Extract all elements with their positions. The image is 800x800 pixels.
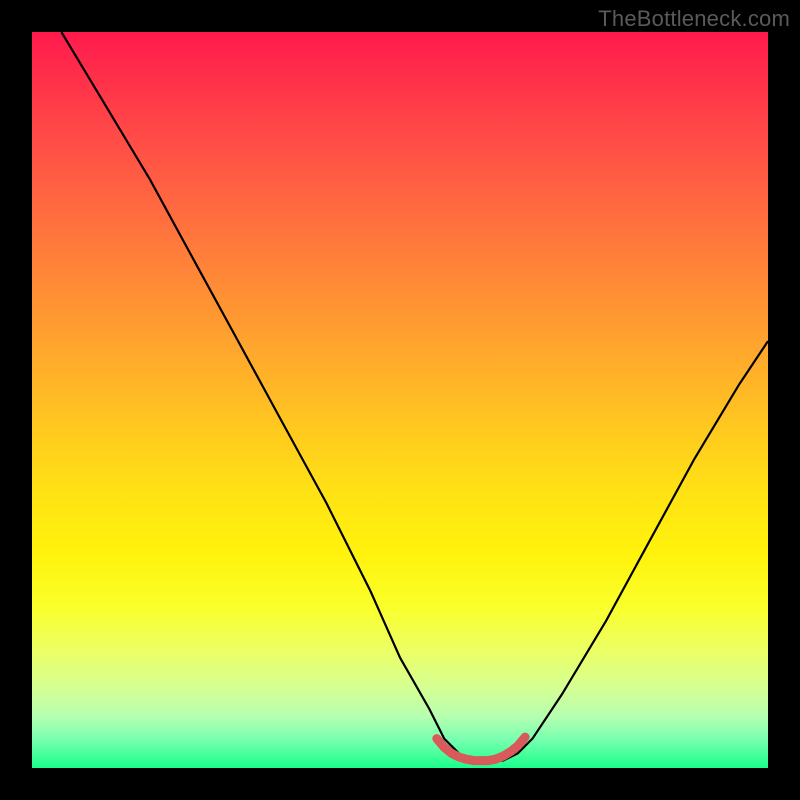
bottleneck-curve — [61, 32, 768, 761]
chart-frame: TheBottleneck.com — [0, 0, 800, 800]
watermark-text: TheBottleneck.com — [598, 6, 790, 32]
chart-plot-area — [32, 32, 768, 768]
chart-svg — [32, 32, 768, 768]
